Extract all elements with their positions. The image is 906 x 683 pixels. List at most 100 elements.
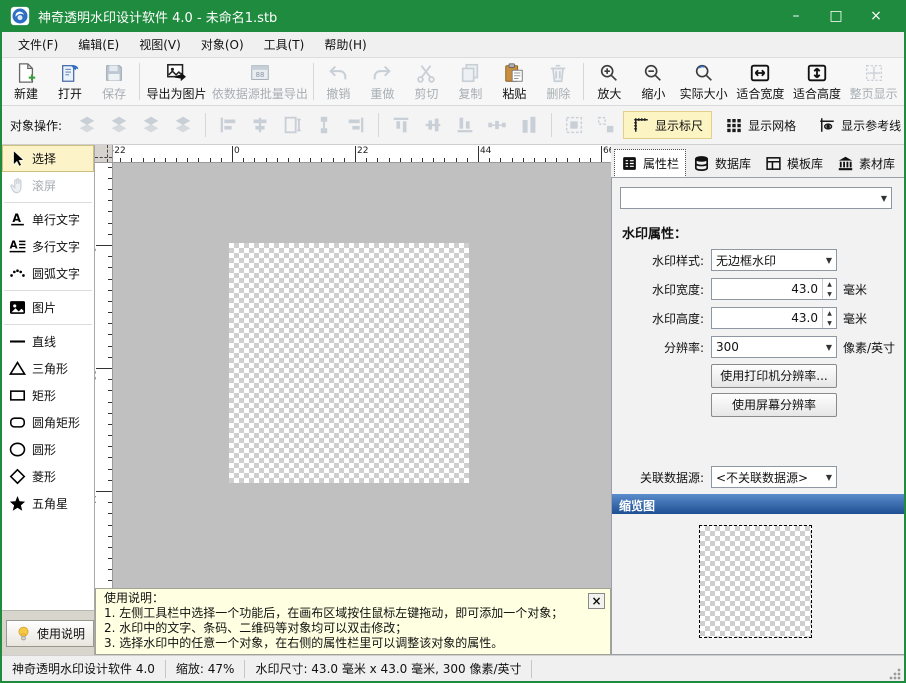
tool-star[interactable]: 五角星 (2, 490, 94, 517)
object-op-button (482, 111, 512, 139)
ruler-tick (433, 158, 434, 162)
resolution-button[interactable]: 使用屏幕分辨率 (711, 393, 837, 417)
tool-line[interactable]: 直线 (2, 328, 94, 355)
tool-picture[interactable]: 图片 (2, 294, 94, 321)
toolbar-button-label: 依数据源批量导出 (212, 85, 308, 102)
cursor-icon (8, 149, 27, 168)
ruler-tick (108, 580, 112, 581)
status-segment: 神奇透明水印设计软件 4.0 (2, 660, 166, 678)
tab-material[interactable]: 素材库 (831, 150, 901, 177)
usage-help-button[interactable]: 使用说明 (6, 620, 94, 647)
ruler-tick (366, 158, 367, 162)
single-line-text-icon: A (8, 210, 27, 229)
ruler-tick (108, 256, 112, 257)
menu-item[interactable]: 对象(O) (191, 32, 254, 57)
toggle-grid[interactable]: 显示网格 (716, 111, 805, 139)
ruler-tick (108, 346, 112, 347)
property-spinner[interactable]: 43.0▲▼ (711, 278, 837, 300)
usage-instructions-line: 2. 水印中的文字、条码、二维码等对象均可以双击修改； (104, 621, 602, 636)
datasource-select[interactable]: <不关联数据源> ▼ (711, 466, 837, 488)
ruler-tick (108, 502, 112, 503)
cut-icon (415, 62, 437, 84)
ruler-tick (590, 158, 591, 162)
property-select[interactable]: 300▼ (711, 336, 837, 358)
property-label: 水印样式: (620, 252, 704, 269)
ruler-tick (500, 158, 501, 162)
help-close-button[interactable]: × (588, 593, 605, 609)
toolbar-button[interactable]: 新建 (4, 59, 48, 104)
align-top-icon (390, 114, 412, 136)
group-icon (563, 114, 585, 136)
equal-spacing-icon (486, 114, 508, 136)
close-button[interactable]: × (856, 0, 896, 32)
tab-properties[interactable]: 属性栏 (615, 150, 685, 177)
picture-icon (8, 298, 27, 317)
resize-grip-icon[interactable] (888, 667, 902, 681)
spin-down-icon[interactable]: ▼ (823, 289, 836, 299)
ruler-tick (601, 146, 602, 162)
distribute-icon (313, 114, 335, 136)
object-selector-combo[interactable]: ▼ (620, 187, 892, 209)
menu-item[interactable]: 编辑(E) (68, 32, 129, 57)
toolbar-button[interactable]: 打开 (48, 59, 92, 104)
menu-item[interactable]: 文件(F) (8, 32, 68, 57)
toolbar-button[interactable]: 适合宽度 (732, 59, 789, 104)
spinner-value: 43.0 (712, 311, 822, 325)
toolbar-button[interactable]: 导出为图片 (143, 59, 210, 104)
tab-template[interactable]: 模板库 (759, 150, 829, 177)
maximize-button[interactable]: □ (816, 0, 856, 32)
tool-diamond[interactable]: 菱形 (2, 463, 94, 490)
arc-text-icon (8, 264, 27, 283)
spin-down-icon[interactable]: ▼ (823, 318, 836, 328)
send-backward-icon (140, 114, 162, 136)
usage-instructions-line: 3. 选择水印中的任意一个对象，在右侧的属性栏里可以调整该对象的属性。 (104, 636, 602, 651)
spin-up-icon[interactable]: ▲ (823, 279, 836, 289)
tool-rectangle[interactable]: 矩形 (2, 382, 94, 409)
tool-cursor[interactable]: 选择 (2, 145, 94, 172)
ruler-tick (266, 158, 267, 162)
menu-item[interactable]: 帮助(H) (314, 32, 376, 57)
tool-single-line-text[interactable]: A单行文字 (2, 206, 94, 233)
align-left-icon (217, 114, 239, 136)
toolbar-button: 撤销 (316, 59, 360, 104)
resolution-button[interactable]: 使用打印机分辨率... (711, 364, 837, 388)
spin-up-icon[interactable]: ▲ (823, 308, 836, 318)
ruler-tick (108, 569, 112, 570)
ruler-tick (344, 158, 345, 162)
property-spinner[interactable]: 43.0▲▼ (711, 307, 837, 329)
object-op-button (559, 111, 589, 139)
ruler-tick (108, 323, 112, 324)
toggle-ruler[interactable]: 显示标尺 (623, 111, 712, 139)
canvas[interactable] (113, 163, 611, 588)
toolbar-button[interactable]: 适合高度 (789, 59, 846, 104)
watermark-design-area[interactable] (229, 243, 469, 483)
ruler-tick (154, 158, 155, 162)
tool-arc-text[interactable]: 圆弧文字 (2, 260, 94, 287)
full-page-icon (863, 62, 885, 84)
tool-triangle[interactable]: 三角形 (2, 355, 94, 382)
ruler-tick (467, 158, 468, 162)
menu-item[interactable]: 工具(T) (254, 32, 315, 57)
ruler-tick (478, 146, 479, 162)
undo-icon (327, 62, 349, 84)
tab-database[interactable]: 数据库 (687, 150, 757, 177)
ruler-tick (108, 357, 112, 358)
toolbar-button[interactable]: 放大 (587, 59, 631, 104)
zoom-out-icon (642, 62, 664, 84)
toolbar-button[interactable]: 粘贴 (492, 59, 536, 104)
svg-text:A: A (12, 212, 21, 225)
property-select[interactable]: 无边框水印▼ (711, 249, 837, 271)
property-row: 水印高度:43.0▲▼毫米 (620, 306, 896, 330)
tool-multi-line-text[interactable]: A多行文字 (2, 233, 94, 260)
ruler-tick (556, 158, 557, 162)
minimize-button[interactable]: – (776, 0, 816, 32)
ruler-label: 0 (234, 146, 240, 156)
ruler-tick (108, 402, 112, 403)
toggle-guides[interactable]: 显示参考线 (809, 111, 906, 139)
toolbar-button[interactable]: 缩小 (631, 59, 675, 104)
right-panel: 属性栏数据库模板库素材库 ▼ 水印属性： 水印样式:无边框水印▼水印宽度:43.… (611, 145, 904, 655)
menu-item[interactable]: 视图(V) (129, 32, 191, 57)
tool-rounded-rect[interactable]: 圆角矩形 (2, 409, 94, 436)
tool-circle[interactable]: 圆形 (2, 436, 94, 463)
toolbar-button[interactable]: 实际大小 (675, 59, 732, 104)
